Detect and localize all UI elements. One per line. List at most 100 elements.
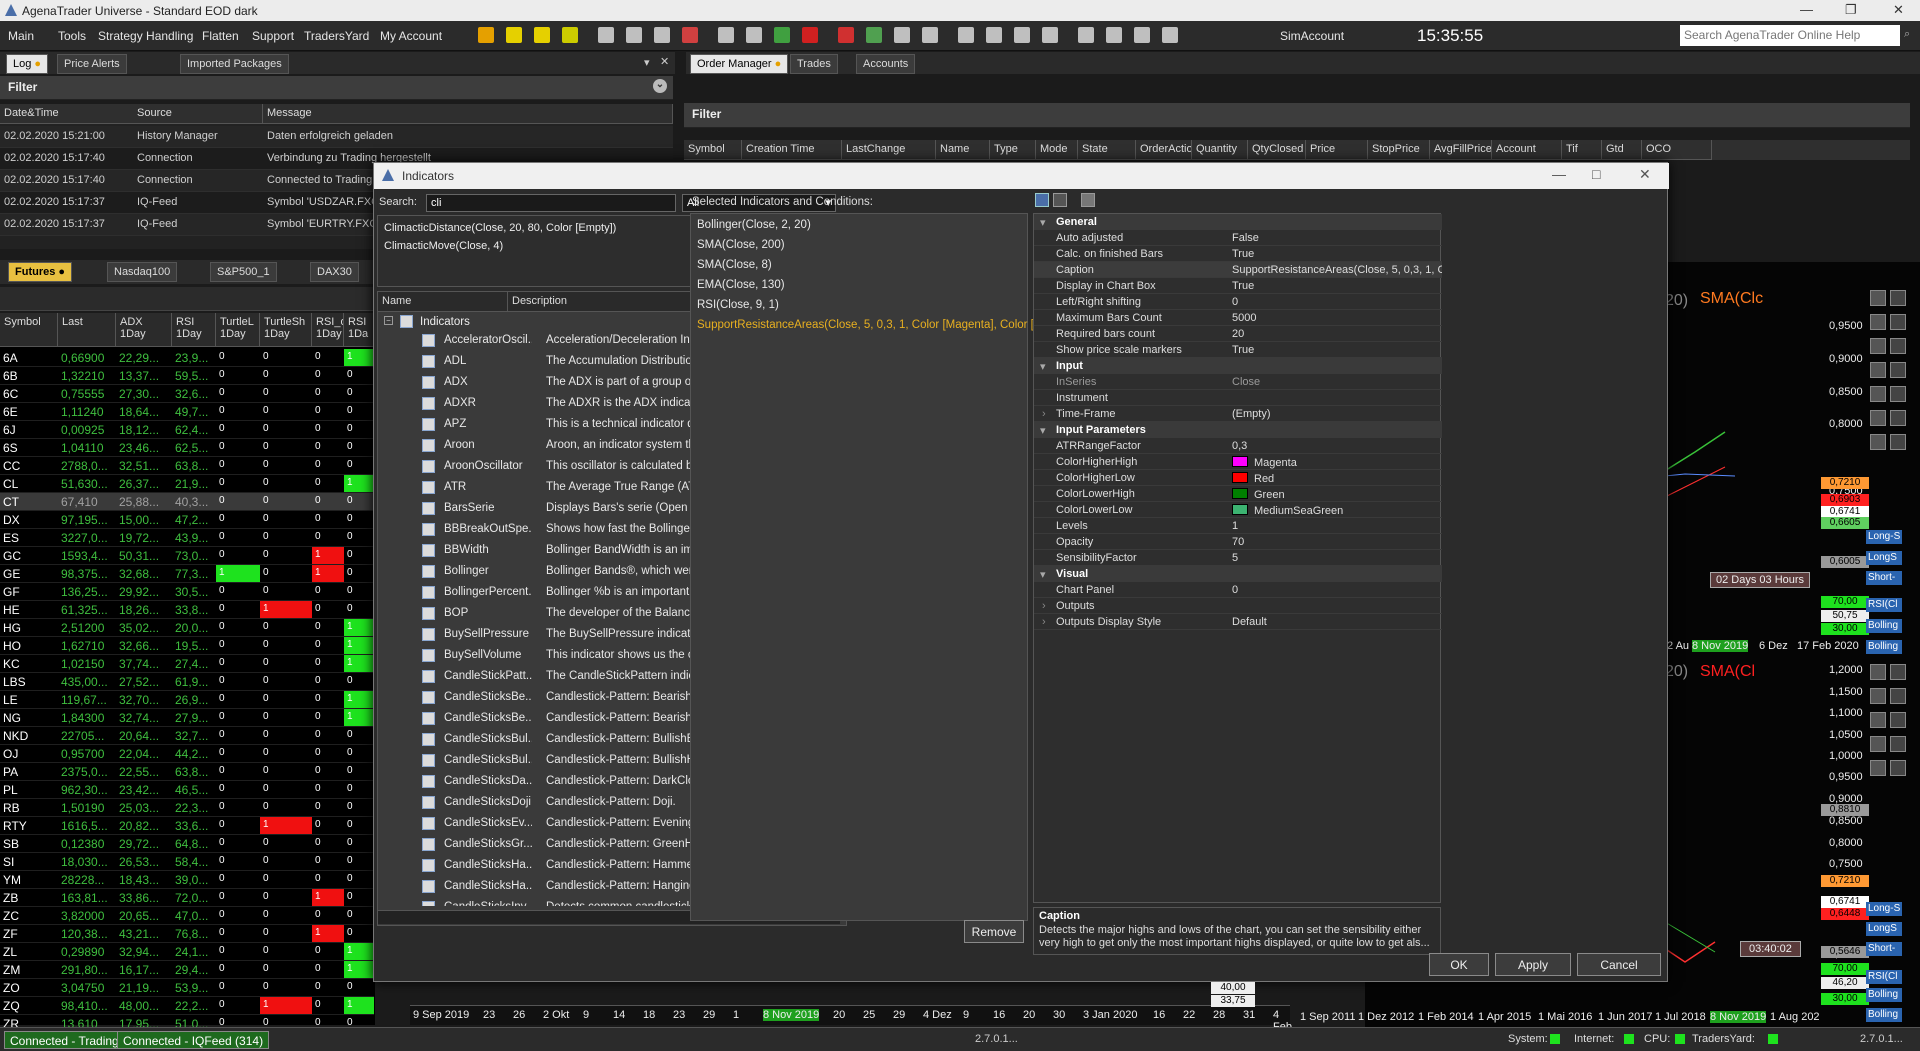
- chart-tool-icon[interactable]: [1890, 434, 1906, 450]
- selected-indicator[interactable]: Bollinger(Close, 2, 20): [697, 219, 811, 231]
- watchlist-row[interactable]: ZQ 98,410... 48,00... 22,2... 0 1 0 1: [0, 997, 375, 1015]
- dropdown-icon[interactable]: ▾: [644, 56, 650, 69]
- chart-side-button[interactable]: RSI(Cl: [1866, 970, 1902, 984]
- property-row[interactable]: Caption SupportResistanceAreas(Close, 5, …: [1034, 262, 1442, 278]
- toolbar-tool-icon[interactable]: [1106, 27, 1122, 43]
- order-col-header[interactable]: Tif: [1562, 140, 1602, 160]
- order-col-header[interactable]: Quantity: [1192, 140, 1248, 160]
- menu-tools[interactable]: Tools: [58, 29, 86, 43]
- collapse-icon[interactable]: ▾: [1040, 424, 1046, 437]
- watchlist-col-header[interactable]: TurtleSh 1Day: [260, 313, 312, 347]
- property-row[interactable]: InSeries Close: [1034, 374, 1442, 390]
- collapse-icon[interactable]: ▾: [1040, 360, 1046, 373]
- tab-accounts[interactable]: Accounts: [856, 54, 916, 74]
- watchlist-row[interactable]: PL 962,30... 23,42... 46,5... 0 0 0 0: [0, 781, 375, 799]
- property-row[interactable]: Auto adjusted False: [1034, 230, 1442, 246]
- watchlist-row[interactable]: CC 2788,0... 32,51... 63,8... 0 0 0 0: [0, 457, 375, 475]
- watchlist-row[interactable]: YM 28228... 18,43... 39,0... 0 0 0 0: [0, 871, 375, 889]
- order-col-header[interactable]: QtyClosed: [1248, 140, 1306, 160]
- order-col-header[interactable]: Price: [1306, 140, 1368, 160]
- categorized-icon[interactable]: [1035, 193, 1049, 207]
- chart-tool-icon[interactable]: [1890, 410, 1906, 426]
- expand-icon[interactable]: ›: [1042, 408, 1046, 420]
- property-row[interactable]: Left/Right shifting 0: [1034, 294, 1442, 310]
- tab-dax30[interactable]: DAX30: [310, 262, 359, 282]
- watchlist-row[interactable]: HE 61,325... 18,26... 33,8... 0 1 0 0: [0, 601, 375, 619]
- property-value[interactable]: True: [1232, 344, 1442, 356]
- cancel-button[interactable]: Cancel: [1577, 953, 1661, 976]
- search-icon[interactable]: ⌕: [1904, 28, 1910, 41]
- watchlist-col-header[interactable]: RSI 1Da: [344, 313, 374, 347]
- close-button[interactable]: ✕: [1893, 2, 1904, 18]
- property-value[interactable]: 0: [1232, 296, 1442, 308]
- chart-tool-icon[interactable]: [1870, 712, 1886, 728]
- order-filter-bar[interactable]: Filter: [684, 103, 1910, 128]
- toolbar-tool-icon[interactable]: [986, 27, 1002, 43]
- toolbar-tool-icon[interactable]: [598, 27, 614, 43]
- order-col-header[interactable]: Gtd: [1602, 140, 1642, 160]
- chart-tool-icon[interactable]: [1870, 386, 1886, 402]
- watchlist-row[interactable]: ZO 3,04750 21,19... 53,9... 0 0 0 0: [0, 979, 375, 997]
- toolbar-tool-icon[interactable]: [838, 27, 854, 43]
- chart-tool-icon[interactable]: [1870, 664, 1886, 680]
- chart-tool-icon[interactable]: [1890, 736, 1906, 752]
- toolbar-tool-icon[interactable]: [1014, 27, 1030, 43]
- chart-tool-icon[interactable]: [1870, 434, 1886, 450]
- property-value[interactable]: MediumSeaGreen: [1232, 504, 1442, 517]
- watchlist-row[interactable]: GE 98,375... 32,68... 77,3... 1 0 1 0: [0, 565, 375, 583]
- panel-close-icon[interactable]: ✕: [660, 55, 669, 68]
- collapse-icon[interactable]: ▾: [1040, 568, 1046, 581]
- chart-tool-icon[interactable]: [1870, 410, 1886, 426]
- watchlist-row[interactable]: 6A 0,66900 22,29... 23,9... 0 0 0 1: [0, 349, 375, 367]
- watchlist-row[interactable]: RB 1,50190 25,03... 22,3... 0 0 0 0: [0, 799, 375, 817]
- property-row[interactable]: › Outputs: [1034, 598, 1442, 614]
- property-row[interactable]: › Time-Frame (Empty): [1034, 406, 1442, 422]
- toolbar-tool-icon[interactable]: [718, 27, 734, 43]
- dialog-close-button[interactable]: ✕: [1639, 166, 1651, 183]
- chart-tool-icon[interactable]: [1890, 362, 1906, 378]
- minimize-button[interactable]: —: [1800, 2, 1813, 17]
- chart-tool-icon[interactable]: [1890, 386, 1906, 402]
- watchlist-row[interactable]: ZC 3,82000 20,65... 47,0... 0 0 0 0: [0, 907, 375, 925]
- chart-side-button[interactable]: Bolling: [1866, 619, 1902, 633]
- property-category[interactable]: ▾ Input Parameters: [1034, 422, 1442, 438]
- chart-side-button[interactable]: LongS: [1866, 551, 1902, 565]
- expand-icon[interactable]: ›: [1042, 600, 1046, 612]
- order-col-header[interactable]: Symbol: [684, 140, 742, 160]
- watchlist-col-header[interactable]: TurtleL 1Day: [216, 313, 260, 347]
- dialog-maximize-button[interactable]: □: [1592, 166, 1600, 182]
- dialog-minimize-button[interactable]: —: [1552, 166, 1566, 182]
- collapse-icon[interactable]: ⌄: [653, 79, 667, 93]
- order-col-header[interactable]: AvgFillPrice: [1430, 140, 1492, 160]
- watchlist-row[interactable]: LE 119,67... 32,70... 26,9... 0 0 0 1: [0, 691, 375, 709]
- chart-tool-icon[interactable]: [1870, 338, 1886, 354]
- toolbar-tool-icon[interactable]: [506, 27, 522, 43]
- watchlist-col-header[interactable]: RSI_o 1Day: [312, 313, 344, 347]
- watchlist-row[interactable]: ZF 120,38... 43,21... 76,8... 0 0 1 0: [0, 925, 375, 943]
- order-col-header[interactable]: StopPrice: [1368, 140, 1430, 160]
- watchlist-row[interactable]: SB 0,12380 29,72... 64,8... 0 0 0 0: [0, 835, 375, 853]
- menu-my-account[interactable]: My Account: [380, 29, 442, 43]
- tab-price-alerts[interactable]: Price Alerts: [57, 54, 127, 74]
- ok-button[interactable]: OK: [1429, 953, 1489, 976]
- watchlist-row[interactable]: KC 1,02150 37,74... 27,4... 0 0 0 1: [0, 655, 375, 673]
- property-value[interactable]: 5: [1232, 552, 1442, 564]
- col-datetime[interactable]: Date&Time: [0, 104, 137, 124]
- property-category[interactable]: ▾ Input: [1034, 358, 1442, 374]
- property-row[interactable]: ATRRangeFactor 0,3: [1034, 438, 1442, 454]
- property-row[interactable]: Show price scale markers True: [1034, 342, 1442, 358]
- property-value[interactable]: (Empty): [1232, 408, 1442, 420]
- chart-side-button[interactable]: Short-: [1866, 571, 1902, 585]
- apply-button[interactable]: Apply: [1495, 953, 1571, 976]
- chart-tool-icon[interactable]: [1870, 314, 1886, 330]
- property-row[interactable]: Calc. on finished Bars True: [1034, 246, 1442, 262]
- chart-side-button[interactable]: Bolling: [1866, 988, 1902, 1002]
- property-row[interactable]: › Outputs Display Style Default: [1034, 614, 1442, 630]
- property-row[interactable]: Opacity 70: [1034, 534, 1442, 550]
- toolbar-tool-icon[interactable]: [958, 27, 974, 43]
- property-value[interactable]: False: [1232, 232, 1442, 244]
- tab-imported-packages[interactable]: Imported Packages: [180, 54, 289, 74]
- col-source[interactable]: Source: [133, 104, 263, 124]
- watchlist-col-header[interactable]: ADX 1Day: [116, 313, 172, 347]
- chart-side-button[interactable]: LongS: [1866, 922, 1902, 936]
